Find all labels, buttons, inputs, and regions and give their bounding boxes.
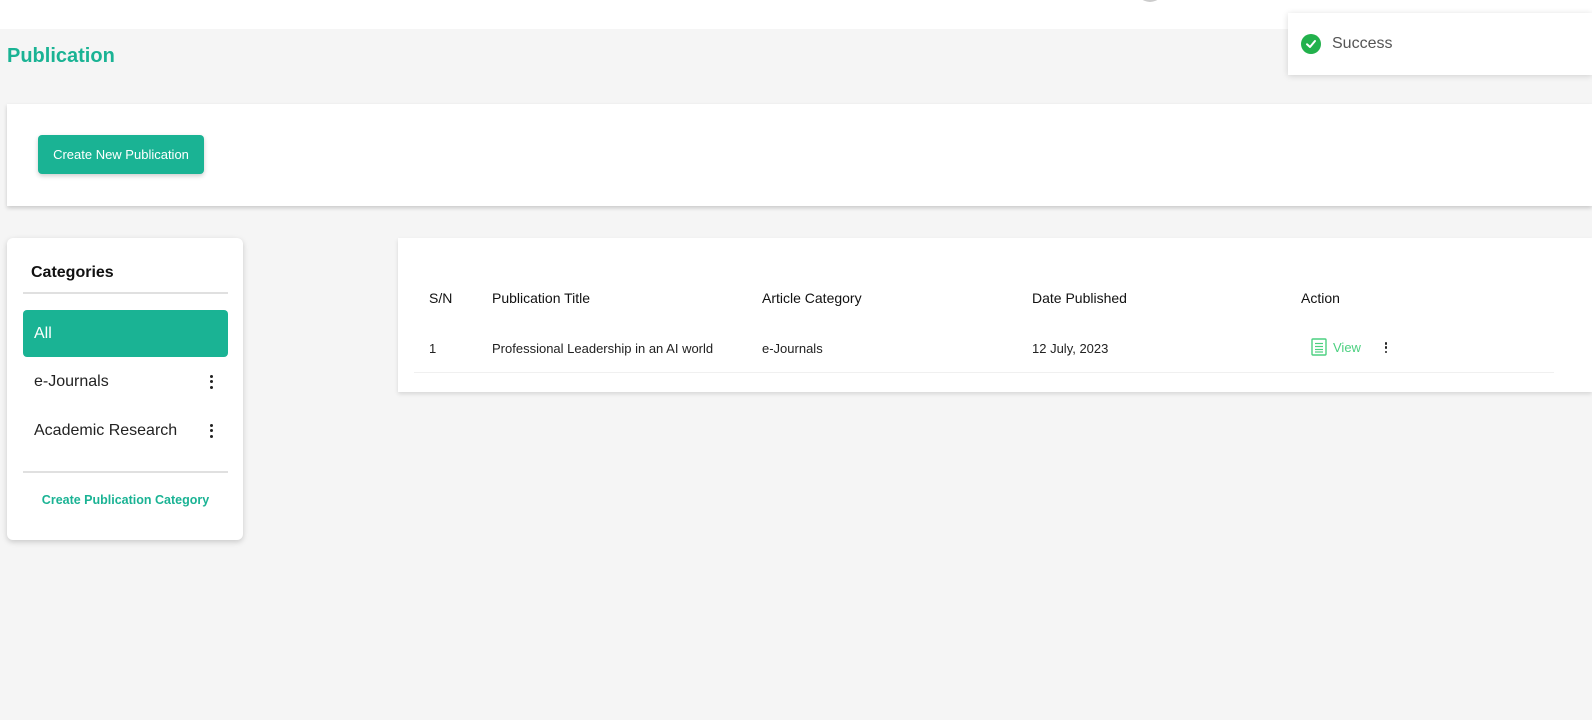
category-item-label: e-Journals: [34, 372, 109, 390]
cell-title: Professional Leadership in an AI world: [492, 341, 714, 356]
more-options-icon[interactable]: [208, 423, 214, 438]
categories-title: Categories: [31, 264, 114, 281]
create-new-publication-button[interactable]: Create New Publication: [38, 135, 204, 174]
column-header-sn: S/N: [429, 290, 453, 306]
avatar[interactable]: [1136, 0, 1164, 2]
create-publication-category-link[interactable]: Create Publication Category: [23, 493, 228, 507]
row-more-options-icon[interactable]: [1383, 342, 1389, 353]
check-circle-icon: [1301, 34, 1321, 54]
action-card: Create New Publication: [7, 104, 1592, 206]
column-header-date: Date Published: [1032, 290, 1127, 306]
divider: [23, 471, 228, 473]
cell-date: 12 July, 2023: [1032, 341, 1109, 356]
cell-category: e-Journals: [762, 341, 823, 356]
category-item-label: Academic Research: [34, 421, 178, 439]
category-item-all[interactable]: All: [23, 310, 228, 357]
divider: [23, 292, 228, 294]
view-label: View: [1333, 339, 1361, 355]
column-header-category: Article Category: [762, 290, 862, 306]
view-link[interactable]: View: [1311, 338, 1361, 356]
more-options-icon[interactable]: [208, 374, 214, 389]
document-icon: [1311, 338, 1327, 356]
categories-panel: Categories All e-Journals Academic Resea…: [7, 238, 243, 540]
category-item-academic-research[interactable]: Academic Research: [23, 407, 228, 454]
column-header-action: Action: [1301, 290, 1340, 306]
toast-message: Success: [1332, 35, 1393, 52]
category-item-e-journals[interactable]: e-Journals: [23, 358, 228, 405]
cell-sn: 1: [429, 341, 437, 356]
publications-table: S/N Publication Title Article Category D…: [398, 238, 1592, 392]
category-item-label: All: [34, 324, 52, 342]
page-title: Publication: [7, 45, 115, 67]
success-toast: Success: [1288, 13, 1592, 75]
column-header-title: Publication Title: [492, 290, 591, 306]
